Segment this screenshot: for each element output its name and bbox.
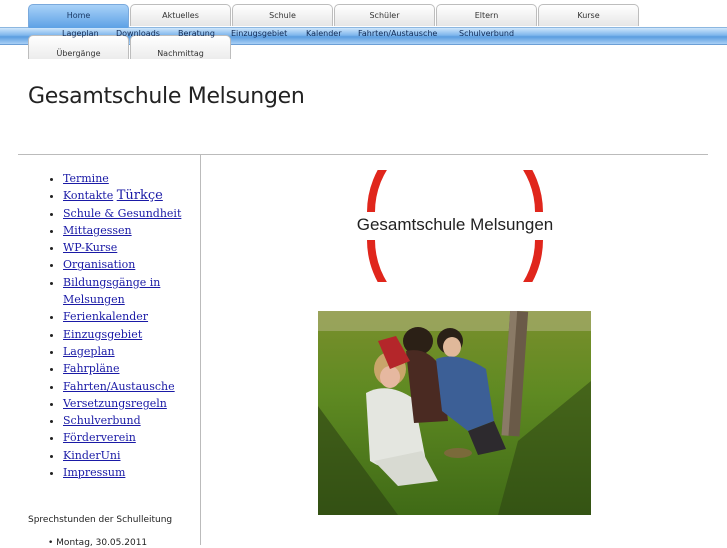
sidebar-item-fahrten[interactable]: Fahrten/Austausche <box>63 380 175 393</box>
sidebar-item-ferienkalender[interactable]: Ferienkalender <box>63 310 148 323</box>
tab-nachmittag-label: Nachmittag <box>157 49 204 58</box>
logo-text: Gesamtschule Melsungen <box>357 215 554 234</box>
tab-schueler[interactable]: Schüler <box>334 4 435 26</box>
tab-eltern[interactable]: Eltern <box>436 4 537 26</box>
list-item: Fahrten/Austausche <box>63 378 193 395</box>
sidebar-item-tuerkce[interactable]: Türkçe <box>117 188 163 203</box>
list-item: Schulverbund <box>63 412 193 429</box>
list-item: Termine <box>63 170 193 187</box>
sidebar: Termine Kontakte Türkçe Schule & Gesundh… <box>28 170 193 481</box>
tab-schule[interactable]: Schule <box>232 4 333 26</box>
subnav-lageplan[interactable]: Lageplan <box>62 29 99 38</box>
tab-uebergaenge[interactable]: Übergänge <box>28 35 129 59</box>
sidebar-item-bildungsgaenge[interactable]: Bildungsgänge in Melsungen <box>63 276 160 306</box>
list-item: Schule & Gesundheit <box>63 205 193 222</box>
logo-ring-bottom <box>367 239 543 282</box>
subnav-beratung[interactable]: Beratung <box>178 29 215 38</box>
sidebar-item-foerderverein[interactable]: Förderverein <box>63 431 136 444</box>
list-item: Kontakte Türkçe <box>63 187 193 204</box>
sidebar-item-kinderuni[interactable]: KinderUni <box>63 449 121 462</box>
tab-aktuelles[interactable]: Aktuelles <box>130 4 231 26</box>
list-item: Mittagessen <box>63 222 193 239</box>
list-item: Fahrpläne <box>63 360 193 377</box>
sidebar-item-termine[interactable]: Termine <box>63 172 109 185</box>
list-item: Organisation <box>63 256 193 273</box>
list-item: Ferienkalender <box>63 308 193 325</box>
sidebar-item-organisation[interactable]: Organisation <box>63 258 135 271</box>
page-title: Gesamtschule Melsungen <box>28 84 305 109</box>
list-item: KinderUni <box>63 447 193 464</box>
list-item: Lageplan <box>63 343 193 360</box>
list-item: Förderverein <box>63 429 193 446</box>
subnav-fahrten[interactable]: Fahrten/Austausche <box>358 29 437 38</box>
subnav-kalender[interactable]: Kalender <box>306 29 342 38</box>
sidebar-item-fahrplaene[interactable]: Fahrpläne <box>63 362 120 375</box>
divider-horizontal <box>18 154 708 155</box>
sprechstunden-heading: Sprechstunden der Schulleitung <box>28 515 173 525</box>
sidebar-item-lageplan[interactable]: Lageplan <box>63 345 115 358</box>
subnav-downloads[interactable]: Downloads <box>116 29 160 38</box>
sidebar-item-kontakte[interactable]: Kontakte <box>63 189 113 202</box>
list-item: Bildungsgänge in Melsungen <box>63 274 193 309</box>
sidebar-item-versetzungsregeln[interactable]: Versetzungsregeln <box>63 397 167 410</box>
sidebar-item-impressum[interactable]: Impressum <box>63 466 125 479</box>
list-item: Impressum <box>63 464 193 481</box>
sidebar-item-schule-gesundheit[interactable]: Schule & Gesundheit <box>63 207 181 220</box>
sidebar-item-einzugsgebiet[interactable]: Einzugsgebiet <box>63 328 142 341</box>
divider-vertical <box>200 155 201 545</box>
subnav-schulverbund[interactable]: Schulverbund <box>459 29 514 38</box>
sidebar-item-wp-kurse[interactable]: WP-Kurse <box>63 241 117 254</box>
list-item: Einzugsgebiet <box>63 326 193 343</box>
list-item: Versetzungsregeln <box>63 395 193 412</box>
school-photo <box>318 311 591 515</box>
list-item: WP-Kurse <box>63 239 193 256</box>
sidebar-item-mittagessen[interactable]: Mittagessen <box>63 224 132 237</box>
sidebar-item-schulverbund[interactable]: Schulverbund <box>63 414 141 427</box>
subnav-einzugsgebiet[interactable]: Einzugsgebiet <box>231 29 287 38</box>
school-logo: Gesamtschule Melsungen <box>357 170 554 282</box>
tab-uebergaenge-label: Übergänge <box>56 49 101 58</box>
sprechstunden-date: • Montag, 30.05.2011 <box>48 538 148 548</box>
tab-nachmittag[interactable]: Nachmittag <box>130 35 231 59</box>
tab-kurse[interactable]: Kurse <box>538 4 639 26</box>
tab-home[interactable]: Home <box>28 4 129 28</box>
sidebar-nav-list: Termine Kontakte Türkçe Schule & Gesundh… <box>28 170 193 481</box>
top-navigation: Home Aktuelles Schule Schüler Eltern Kur… <box>0 0 727 60</box>
logo-ring-top <box>367 170 543 213</box>
